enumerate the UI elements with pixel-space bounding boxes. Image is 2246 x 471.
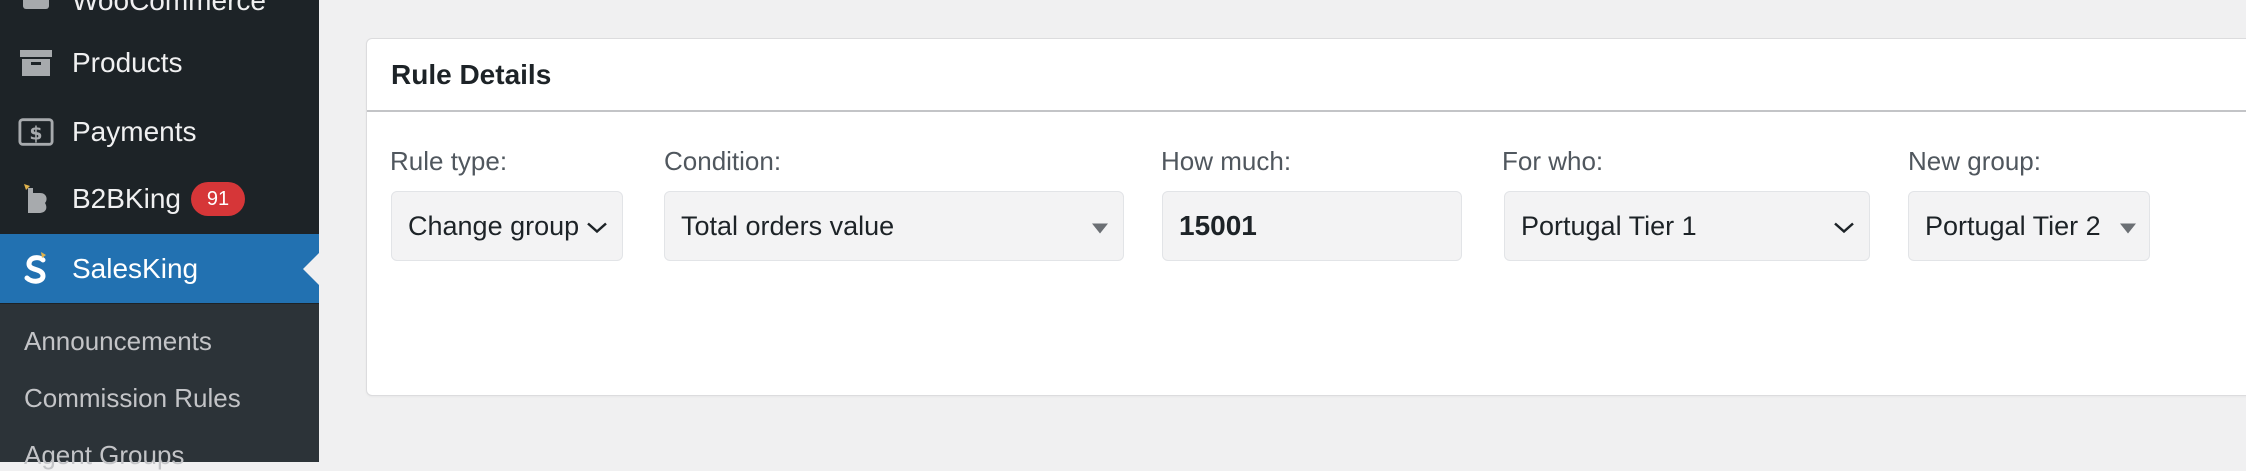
- for-who-select[interactable]: Portugal Tier 1: [1504, 191, 1870, 261]
- submenu-item-agent-groups[interactable]: Agent Groups: [24, 440, 184, 471]
- admin-sidebar: WooCommerce Products $ Payments B2BKing …: [0, 0, 319, 470]
- sidebar-item-label: Payments: [72, 115, 197, 147]
- sidebar-item-label: Products: [72, 46, 183, 78]
- rule-type-value: Change group: [408, 210, 580, 241]
- current-menu-pointer: [303, 252, 319, 285]
- condition-value: Total orders value: [681, 210, 895, 241]
- notification-badge: 91: [190, 181, 245, 216]
- new-group-value: Portugal Tier 2: [1925, 210, 2101, 241]
- sidebar-item-label: SalesKing: [72, 252, 199, 284]
- submenu-item-commission-rules[interactable]: Commission Rules: [24, 383, 241, 414]
- archive-box-icon: [18, 45, 54, 81]
- svg-text:$: $: [29, 122, 42, 144]
- triangle-down-icon: [1091, 211, 1109, 242]
- sidebar-item-payments[interactable]: $ Payments: [0, 97, 319, 166]
- for-who-value: Portugal Tier 1: [1521, 210, 1697, 241]
- dollar-bill-icon: $: [18, 114, 54, 150]
- new-group-select[interactable]: Portugal Tier 2: [1908, 191, 2150, 261]
- chevron-down-icon: [1833, 211, 1855, 242]
- sidebar-item-salesking[interactable]: SalesKing: [0, 234, 319, 303]
- new-group-label: New group:: [1908, 146, 2041, 176]
- sidebar-item-label: B2BKing: [72, 182, 181, 214]
- how-much-value: 15001: [1179, 210, 1257, 241]
- salesking-logo-icon: [18, 251, 54, 287]
- sidebar-item-b2bking[interactable]: B2BKing 91: [0, 164, 319, 233]
- sidebar-submenu: Announcements Commission Rules Agent Gro…: [0, 304, 319, 470]
- panel-divider: [367, 110, 2246, 112]
- b2bking-logo-icon: [18, 181, 54, 217]
- chevron-down-icon: [586, 211, 608, 242]
- woocommerce-icon: [18, 0, 54, 19]
- rule-type-select[interactable]: Change group: [391, 191, 623, 261]
- sidebar-item-label: WooCommerce: [72, 0, 266, 16]
- rule-type-label: Rule type:: [390, 146, 508, 176]
- for-who-label: For who:: [1502, 146, 1604, 176]
- how-much-input[interactable]: 15001: [1162, 191, 1462, 261]
- submenu-item-announcements[interactable]: Announcements: [24, 326, 212, 357]
- condition-select[interactable]: Total orders value: [664, 191, 1124, 261]
- panel-title: Rule Details: [391, 59, 552, 90]
- triangle-down-icon: [2119, 211, 2137, 242]
- condition-label: Condition:: [664, 146, 782, 176]
- sidebar-item-products[interactable]: Products: [0, 28, 319, 97]
- how-much-label: How much:: [1161, 146, 1292, 176]
- rule-details-panel: Rule Details Rule type: Change group Con…: [366, 38, 2246, 396]
